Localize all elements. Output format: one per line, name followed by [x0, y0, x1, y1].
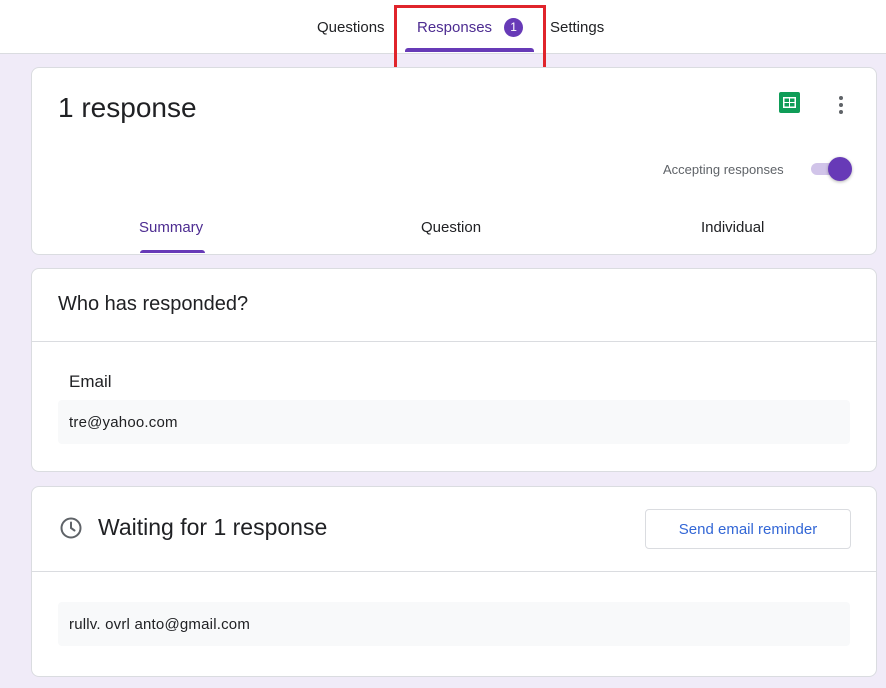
section-divider — [32, 341, 876, 342]
tab-settings-label: Settings — [550, 18, 605, 36]
more-vert-icon[interactable] — [832, 94, 850, 116]
accepting-responses-label: Accepting responses — [663, 162, 784, 177]
active-subtab-indicator — [140, 250, 205, 253]
toggle-thumb — [828, 157, 852, 181]
responded-email-row: tre@yahoo.com — [58, 400, 850, 444]
tab-responses-label: Responses — [417, 18, 493, 36]
tab-questions[interactable]: Questions — [317, 0, 385, 54]
responses-count-badge: 1 — [504, 17, 524, 37]
waiting-title: Waiting for 1 response — [98, 514, 328, 540]
responses-summary-card: 1 response Accepting responses Summary Q… — [31, 67, 877, 255]
email-column-label: Email — [69, 372, 112, 391]
subtab-individual[interactable]: Individual — [701, 219, 764, 236]
who-responded-card: Who has responded? Email tre@yahoo.com — [31, 268, 877, 472]
send-email-reminder-button[interactable]: Send email reminder — [645, 509, 851, 549]
top-tab-bar: Questions Responses 1 Settings — [0, 0, 886, 54]
subtab-question[interactable]: Question — [421, 219, 481, 236]
section-divider — [32, 571, 876, 572]
who-responded-title: Who has responded? — [58, 293, 249, 315]
response-count-title: 1 response — [58, 92, 197, 123]
tab-settings[interactable]: Settings — [550, 0, 604, 54]
accepting-responses-toggle[interactable] — [809, 157, 852, 181]
tab-questions-label: Questions — [317, 18, 385, 36]
clock-icon — [60, 517, 82, 539]
waiting-responses-card: Waiting for 1 response Send email remind… — [31, 486, 877, 677]
google-sheets-icon[interactable] — [779, 92, 800, 113]
active-tab-indicator — [405, 48, 534, 52]
subtab-summary[interactable]: Summary — [139, 219, 203, 236]
tab-responses[interactable]: Responses 1 — [417, 0, 524, 54]
waiting-email-row: rullv. ovrl anto@gmail.com — [58, 602, 850, 646]
